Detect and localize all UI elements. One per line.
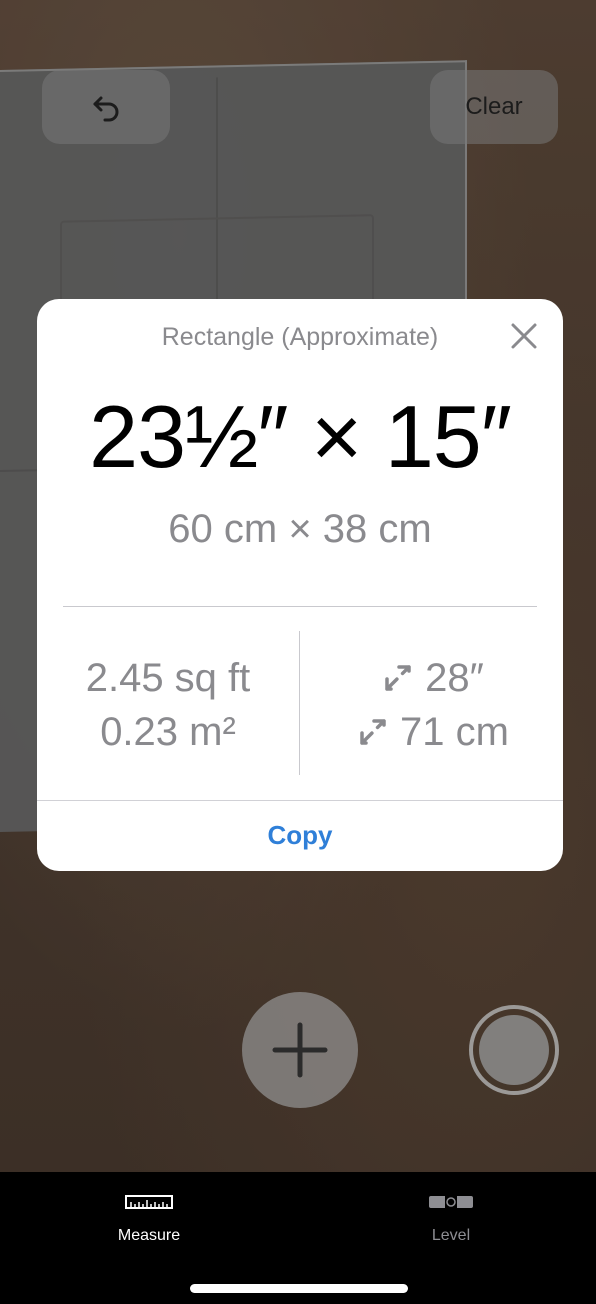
diagonal-arrows-icon bbox=[360, 719, 386, 745]
close-icon bbox=[511, 323, 537, 349]
ruler-icon bbox=[125, 1195, 173, 1209]
tab-measure[interactable]: Measure bbox=[69, 1192, 229, 1245]
diagonal-block: 28″ 71 cm bbox=[300, 651, 563, 759]
area-metric: 0.23 m² bbox=[100, 710, 236, 754]
tab-level[interactable]: Level bbox=[371, 1192, 531, 1245]
clear-button[interactable]: Clear bbox=[430, 70, 558, 144]
level-icon bbox=[429, 1196, 473, 1208]
add-point-button[interactable] bbox=[242, 992, 358, 1108]
diagonal-arrows-icon bbox=[385, 665, 411, 691]
card-title: Rectangle (Approximate) bbox=[161, 323, 439, 351]
area-imperial: 2.45 sq ft bbox=[85, 656, 251, 700]
plus-icon bbox=[272, 1022, 328, 1078]
close-button[interactable] bbox=[507, 319, 541, 353]
copy-button[interactable]: Copy bbox=[37, 800, 563, 871]
area-block: 2.45 sq ft 0.23 m² bbox=[37, 651, 299, 759]
diagonal-imperial: 28″ bbox=[425, 656, 484, 700]
home-indicator[interactable] bbox=[190, 1284, 408, 1293]
undo-arrow-icon bbox=[93, 96, 119, 122]
tab-label: Measure bbox=[117, 1227, 181, 1244]
measurement-card: Rectangle (Approximate) 23½″ × 15″ 60 cm… bbox=[37, 299, 563, 871]
shutter-icon bbox=[479, 1015, 549, 1085]
dimensions-metric: 60 cm × 38 cm bbox=[168, 507, 432, 551]
capture-button[interactable] bbox=[469, 1005, 559, 1095]
diagonal-metric: 71 cm bbox=[400, 710, 509, 754]
tab-label: Level bbox=[431, 1227, 471, 1244]
undo-button[interactable] bbox=[42, 70, 170, 144]
dimensions-imperial: 23½″ × 15″ bbox=[89, 387, 512, 486]
divider bbox=[63, 606, 537, 607]
